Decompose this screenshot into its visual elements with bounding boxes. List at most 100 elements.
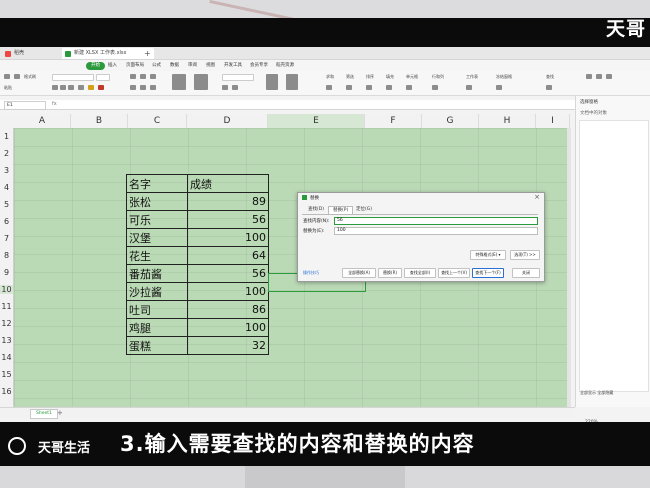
object-list[interactable] [579,120,649,392]
operation-tips-link[interactable]: 操作技巧 [303,270,319,276]
tab-docer[interactable]: 稻壳 [2,48,58,59]
column-header-b[interactable]: B [71,114,128,128]
name-cell[interactable]: 沙拉酱 [126,282,188,301]
row-header[interactable]: 13 [0,336,13,345]
find-what-input[interactable]: 56 [334,217,538,225]
autosum-icon[interactable] [326,85,332,90]
name-cell[interactable]: 花生 [126,246,188,265]
menu-item-page-layout[interactable]: 页面布局 [126,60,144,71]
row-header[interactable]: 6 [0,217,13,226]
menu-item-docer-resources[interactable]: 稻壳资源 [276,60,294,71]
row-header[interactable]: 3 [0,166,13,175]
find-previous-button[interactable]: 查找上一个(V) [438,268,470,278]
align-center-icon[interactable] [140,85,146,90]
vertical-scrollbar[interactable] [567,128,571,408]
tab-goto[interactable]: 定位(G) [352,206,376,214]
filter-icon[interactable] [346,85,352,90]
score-cell[interactable]: 56 [187,210,269,229]
cut-icon[interactable] [4,74,10,79]
special-format-button[interactable]: 特殊格式(E) ▾ [470,250,506,260]
column-header-h[interactable]: H [479,114,536,128]
fill-icon[interactable] [386,85,392,90]
worksheet-icon[interactable] [466,85,472,90]
menu-item-developer[interactable]: 开发工具 [224,60,242,71]
fill-label[interactable]: 填充 [386,74,394,80]
fill-color-icon[interactable] [88,85,94,90]
score-cell[interactable]: 86 [187,300,269,319]
thousands-icon[interactable] [232,85,238,90]
menu-item-view[interactable]: 视图 [206,60,215,71]
replace-button[interactable]: 替换(R) [378,268,402,278]
row-header[interactable]: 9 [0,268,13,277]
score-cell[interactable]: 89 [187,192,269,211]
align-bottom-icon[interactable] [150,74,156,79]
align-left-icon[interactable] [130,85,136,90]
settings-icon[interactable] [586,74,592,79]
score-cell[interactable]: 56 [187,264,269,283]
sheet-tab[interactable]: Sheet1 [30,409,58,419]
header-cell-name[interactable]: 名字 [126,174,188,193]
sort-icon[interactable] [366,85,372,90]
show-hide-all-buttons[interactable]: 全部显示 全部隐藏 [580,390,613,396]
row-header[interactable]: 2 [0,149,13,158]
cells-icon[interactable] [406,85,412,90]
score-cell[interactable]: 100 [187,228,269,247]
menu-item-insert[interactable]: 插入 [108,60,117,71]
row-header[interactable]: 7 [0,234,13,243]
replace-all-button[interactable]: 全部替换(A) [342,268,376,278]
cells-label[interactable]: 单元格 [406,74,418,80]
close-icon[interactable]: × [534,193,540,201]
paste-label[interactable]: 粘贴 [4,85,12,91]
column-header-c[interactable]: C [128,114,187,128]
new-tab-button[interactable]: + [144,48,151,59]
tab-find[interactable]: 查找(D) [304,206,328,214]
row-header[interactable]: 5 [0,200,13,209]
search-icon[interactable] [546,85,552,90]
score-cell[interactable]: 64 [187,246,269,265]
menu-item-member[interactable]: 会员专享 [250,60,268,71]
find-label[interactable]: 查找 [546,74,554,80]
menu-item-formulas[interactable]: 公式 [152,60,161,71]
add-sheet-button[interactable]: + [57,408,63,418]
find-next-button[interactable]: 查找下一个(F) [472,268,504,278]
freeze-icon[interactable] [496,85,502,90]
find-all-button[interactable]: 查找全部(I) [404,268,436,278]
copy-icon[interactable] [14,74,20,79]
name-cell[interactable]: 汉堡 [126,228,188,247]
column-header-g[interactable]: G [422,114,479,128]
font-size-select[interactable] [96,74,110,81]
align-middle-icon[interactable] [140,74,146,79]
number-format-select[interactable] [222,74,254,81]
score-cell[interactable]: 100 [187,282,269,301]
chevron-up-icon[interactable] [606,74,612,79]
name-cell[interactable]: 蛋糕 [126,336,188,355]
percent-icon[interactable] [222,85,228,90]
row-header[interactable]: 1 [0,132,13,141]
column-header-e[interactable]: E [268,114,365,128]
row-header[interactable]: 12 [0,319,13,328]
row-header[interactable]: 8 [0,251,13,260]
column-header-d[interactable]: D [187,114,268,128]
row-header[interactable]: 11 [0,302,13,311]
menu-item-review[interactable]: 审阅 [188,60,197,71]
row-header[interactable]: 4 [0,183,13,192]
border-icon[interactable] [78,85,84,90]
row-header[interactable]: 16 [0,387,13,396]
row-header[interactable]: 14 [0,353,13,362]
align-right-icon[interactable] [150,85,156,90]
bold-icon[interactable] [52,85,58,90]
table-style-icon[interactable] [286,74,298,90]
name-cell[interactable]: 鸡腿 [126,318,188,337]
format-painter-label[interactable]: 格式刷 [24,74,36,80]
header-cell-score[interactable]: 成绩 [187,174,269,193]
column-header-a[interactable]: A [14,114,71,128]
conditional-format-icon[interactable] [266,74,278,90]
sort-label[interactable]: 排序 [366,74,374,80]
wrap-text-icon[interactable] [194,74,208,90]
worksheet-label[interactable]: 工作表 [466,74,478,80]
name-box[interactable]: E1 [4,101,46,110]
font-color-icon[interactable] [98,85,104,90]
underline-icon[interactable] [68,85,74,90]
close-button[interactable]: 关闭 [512,268,540,278]
score-cell[interactable]: 100 [187,318,269,337]
